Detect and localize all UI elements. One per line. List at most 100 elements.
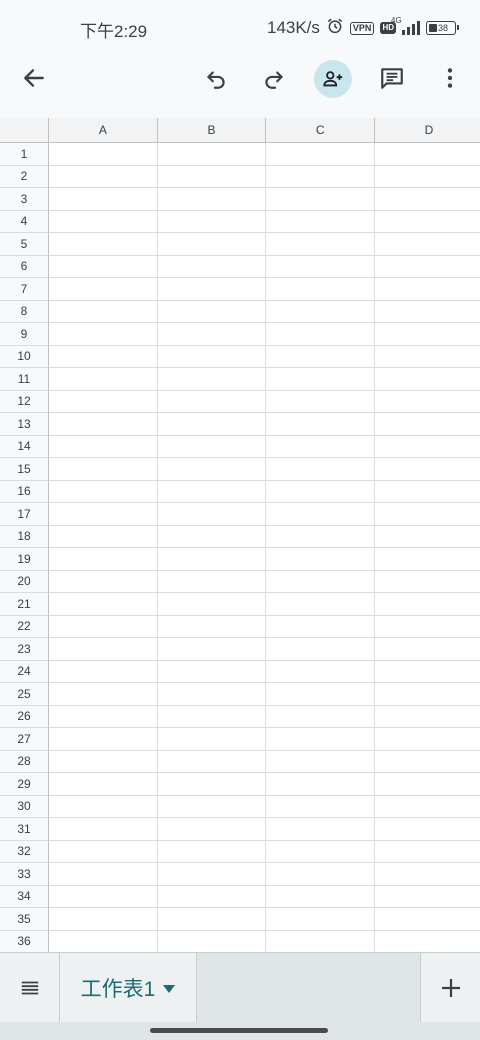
row-header-6[interactable]: 6 bbox=[0, 255, 49, 278]
row-header-36[interactable]: 36 bbox=[0, 930, 49, 952]
cell-c16[interactable] bbox=[266, 480, 376, 503]
cell-d11[interactable] bbox=[375, 368, 480, 391]
cell-b17[interactable] bbox=[157, 503, 267, 526]
cell-a3[interactable] bbox=[49, 188, 158, 211]
cell-c7[interactable] bbox=[266, 278, 376, 301]
column-header-d[interactable]: D bbox=[375, 118, 480, 143]
cell-c17[interactable] bbox=[266, 503, 376, 526]
row-header-32[interactable]: 32 bbox=[0, 840, 49, 863]
cell-b30[interactable] bbox=[157, 795, 267, 818]
cell-d30[interactable] bbox=[375, 795, 480, 818]
cell-b9[interactable] bbox=[157, 323, 267, 346]
cell-d6[interactable] bbox=[375, 255, 480, 278]
cell-c27[interactable] bbox=[266, 728, 376, 751]
column-header-c[interactable]: C bbox=[266, 118, 376, 143]
cell-d29[interactable] bbox=[375, 773, 480, 796]
cell-c15[interactable] bbox=[266, 458, 376, 481]
row-header-16[interactable]: 16 bbox=[0, 480, 49, 503]
row-header-17[interactable]: 17 bbox=[0, 503, 49, 526]
undo-button[interactable] bbox=[196, 58, 236, 98]
cell-c13[interactable] bbox=[266, 413, 376, 436]
row-header-23[interactable]: 23 bbox=[0, 638, 49, 661]
cell-d31[interactable] bbox=[375, 818, 480, 841]
row-header-18[interactable]: 18 bbox=[0, 525, 49, 548]
cell-c33[interactable] bbox=[266, 863, 376, 886]
cell-d3[interactable] bbox=[375, 188, 480, 211]
redo-button[interactable] bbox=[254, 58, 294, 98]
cell-b7[interactable] bbox=[157, 278, 267, 301]
more-options-button[interactable] bbox=[430, 58, 470, 98]
spreadsheet-grid[interactable]: A B C D 1 2 3 4 5 6 7 8 9 10 11 12 13 14 15 16 17 18 19 20 21 22 2… bbox=[0, 118, 480, 952]
cell-a17[interactable] bbox=[49, 503, 158, 526]
back-button[interactable] bbox=[14, 58, 54, 98]
cell-a11[interactable] bbox=[49, 368, 158, 391]
row-header-29[interactable]: 29 bbox=[0, 773, 49, 796]
row-header-25[interactable]: 25 bbox=[0, 683, 49, 706]
cell-d23[interactable] bbox=[375, 638, 480, 661]
cell-d16[interactable] bbox=[375, 480, 480, 503]
cell-c29[interactable] bbox=[266, 773, 376, 796]
cell-d2[interactable] bbox=[375, 165, 480, 188]
cell-b4[interactable] bbox=[157, 210, 267, 233]
share-button[interactable] bbox=[314, 60, 352, 98]
cell-c25[interactable] bbox=[266, 683, 376, 706]
cell-c21[interactable] bbox=[266, 593, 376, 616]
cell-b16[interactable] bbox=[157, 480, 267, 503]
cell-d27[interactable] bbox=[375, 728, 480, 751]
cell-a34[interactable] bbox=[49, 885, 158, 908]
cell-d17[interactable] bbox=[375, 503, 480, 526]
row-header-35[interactable]: 35 bbox=[0, 908, 49, 931]
cell-b22[interactable] bbox=[157, 615, 267, 638]
cell-d28[interactable] bbox=[375, 750, 480, 773]
row-header-28[interactable]: 28 bbox=[0, 750, 49, 773]
cell-c24[interactable] bbox=[266, 660, 376, 683]
row-header-9[interactable]: 9 bbox=[0, 323, 49, 346]
cell-a10[interactable] bbox=[49, 345, 158, 368]
cell-a13[interactable] bbox=[49, 413, 158, 436]
cell-d35[interactable] bbox=[375, 908, 480, 931]
row-header-12[interactable]: 12 bbox=[0, 390, 49, 413]
cell-a5[interactable] bbox=[49, 233, 158, 256]
cell-a6[interactable] bbox=[49, 255, 158, 278]
cell-c14[interactable] bbox=[266, 435, 376, 458]
cell-c8[interactable] bbox=[266, 300, 376, 323]
cell-a20[interactable] bbox=[49, 570, 158, 593]
caret-down-icon[interactable] bbox=[163, 984, 176, 993]
cell-c4[interactable] bbox=[266, 210, 376, 233]
cell-c10[interactable] bbox=[266, 345, 376, 368]
cell-c1[interactable] bbox=[266, 143, 376, 166]
row-header-1[interactable]: 1 bbox=[0, 143, 49, 166]
cell-d25[interactable] bbox=[375, 683, 480, 706]
cell-d5[interactable] bbox=[375, 233, 480, 256]
cell-b29[interactable] bbox=[157, 773, 267, 796]
row-header-15[interactable]: 15 bbox=[0, 458, 49, 481]
cell-b35[interactable] bbox=[157, 908, 267, 931]
cell-a24[interactable] bbox=[49, 660, 158, 683]
cell-c5[interactable] bbox=[266, 233, 376, 256]
sheet-tab-active[interactable]: 工作表1 bbox=[60, 953, 197, 1022]
cell-a1[interactable] bbox=[49, 143, 158, 166]
cell-c11[interactable] bbox=[266, 368, 376, 391]
home-indicator[interactable] bbox=[150, 1028, 328, 1033]
cell-b15[interactable] bbox=[157, 458, 267, 481]
column-header-a[interactable]: A bbox=[49, 118, 158, 143]
cell-c6[interactable] bbox=[266, 255, 376, 278]
row-header-26[interactable]: 26 bbox=[0, 705, 49, 728]
cell-d12[interactable] bbox=[375, 390, 480, 413]
cell-a29[interactable] bbox=[49, 773, 158, 796]
cell-c12[interactable] bbox=[266, 390, 376, 413]
cell-d21[interactable] bbox=[375, 593, 480, 616]
column-header-b[interactable]: B bbox=[157, 118, 267, 143]
cell-a30[interactable] bbox=[49, 795, 158, 818]
cell-a2[interactable] bbox=[49, 165, 158, 188]
select-all-corner[interactable] bbox=[0, 118, 49, 143]
cell-a22[interactable] bbox=[49, 615, 158, 638]
cell-d15[interactable] bbox=[375, 458, 480, 481]
cell-b34[interactable] bbox=[157, 885, 267, 908]
cell-c34[interactable] bbox=[266, 885, 376, 908]
cell-d19[interactable] bbox=[375, 548, 480, 571]
cell-b21[interactable] bbox=[157, 593, 267, 616]
cell-c22[interactable] bbox=[266, 615, 376, 638]
cell-d36[interactable] bbox=[375, 930, 480, 952]
cell-b14[interactable] bbox=[157, 435, 267, 458]
